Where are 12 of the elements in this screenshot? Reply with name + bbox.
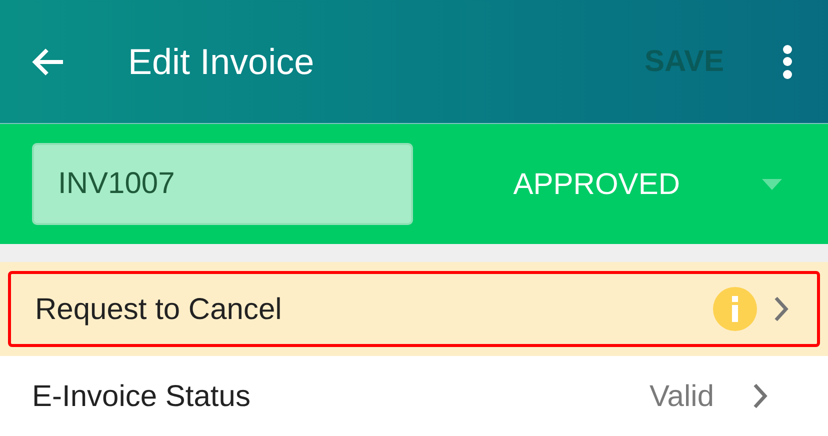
chevron-right-icon: [752, 382, 768, 410]
info-icon: [713, 287, 757, 331]
invoice-number-field[interactable]: INV1007: [32, 143, 413, 225]
more-menu-icon[interactable]: [782, 44, 792, 78]
back-arrow-icon: [31, 46, 65, 76]
chevron-right-icon: [773, 295, 789, 323]
row-label: E-Invoice Status: [32, 378, 252, 414]
row-label: Request to Cancel: [35, 292, 283, 328]
screen-title: Edit Invoice: [128, 40, 316, 84]
row-value: Valid: [650, 378, 714, 414]
cancel-request-row[interactable]: Request to Cancel: [8, 271, 820, 347]
dropdown-caret-icon: [762, 178, 782, 190]
